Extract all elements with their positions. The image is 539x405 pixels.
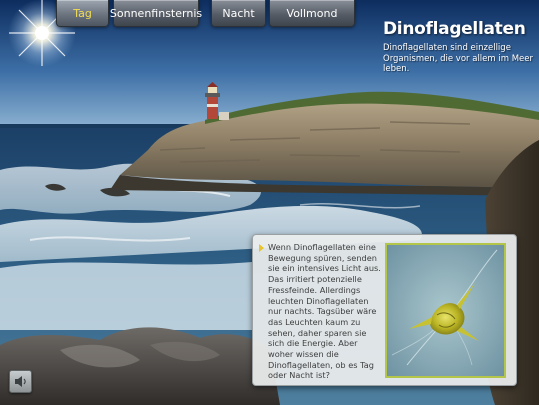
tab-nacht-label: Nacht — [222, 6, 255, 20]
info-panel: Wenn Dinoflagellaten eine Bewegung spüre… — [252, 234, 517, 386]
tab-vollmond[interactable]: Vollmond — [269, 0, 355, 27]
tab-tag[interactable]: Tag — [56, 0, 109, 27]
page-subtitle: Dinoflagellaten sind einzellige Organism… — [383, 43, 534, 74]
tab-sonnenfinsternis[interactable]: Sonnenfinsternis — [109, 0, 203, 27]
tab-nacht[interactable]: Nacht — [211, 0, 266, 27]
sound-button[interactable] — [9, 370, 32, 393]
info-text: Wenn Dinoflagellaten eine Bewegung spüre… — [268, 242, 381, 381]
tab-tag-label: Tag — [73, 6, 92, 20]
dinoflagellate-image — [385, 243, 506, 378]
page-title: Dinoflagellaten — [383, 19, 526, 39]
tab-vollmond-label: Vollmond — [286, 6, 338, 20]
speaker-icon — [15, 376, 26, 387]
tab-sonnenfinsternis-label: Sonnenfinsternis — [109, 6, 203, 20]
dinoflagellate-illustration — [387, 245, 504, 376]
arrow-right-icon — [259, 244, 264, 252]
app-stage: Tag Sonnenfinsternis Nacht Vollmond Dino… — [0, 0, 539, 405]
